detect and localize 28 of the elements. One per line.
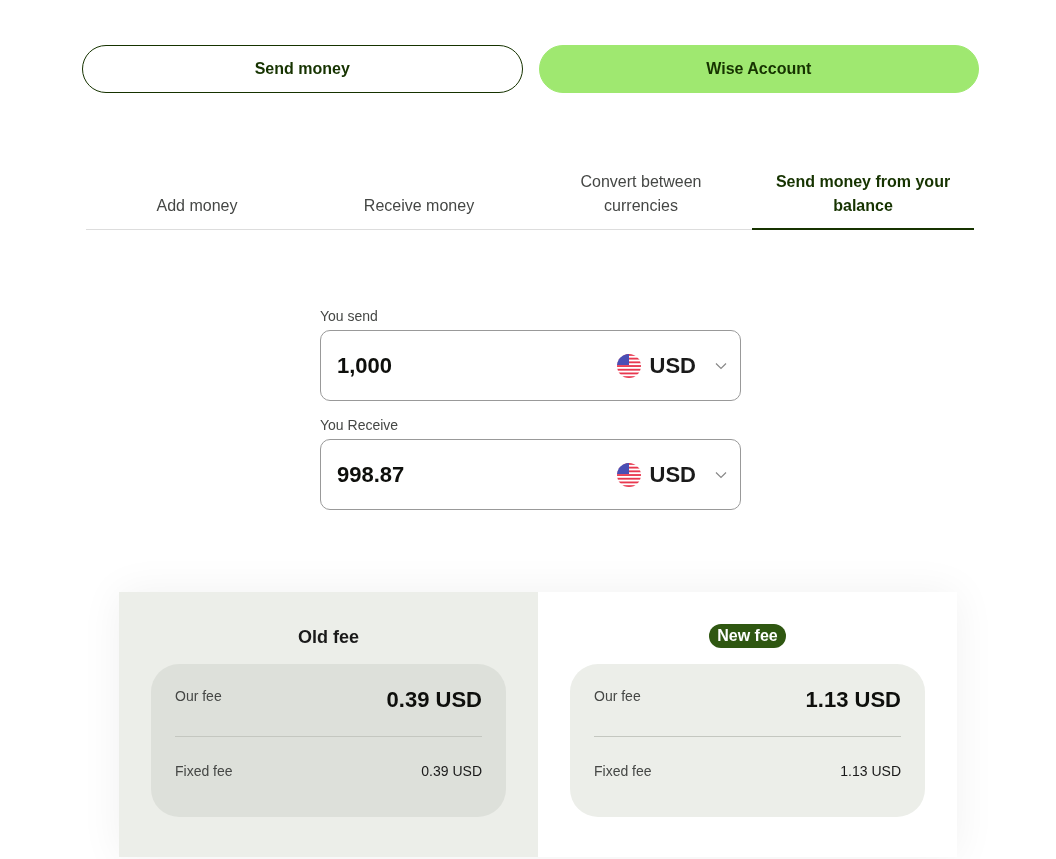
panel-title: Old fee: [298, 627, 359, 648]
amount-value: 998.87: [337, 461, 405, 488]
field-label: You Receive: [320, 417, 400, 433]
fee-label: Fixed fee: [175, 763, 233, 779]
amount-field[interactable]: 1,000 USD: [320, 330, 741, 401]
fee-amount: 1.13 USD: [840, 763, 901, 779]
currency-code: USD: [649, 352, 696, 379]
field-label: You send: [320, 308, 379, 324]
fee-amount: 1.13 USD: [805, 687, 901, 713]
toggle-button[interactable]: Send money: [82, 45, 523, 93]
amount-value: 1,000: [337, 352, 393, 379]
fee-amount: 0.39 USD: [421, 763, 482, 779]
tab[interactable]: Send money from your balance: [752, 170, 974, 230]
fee-label: Fixed fee: [594, 763, 652, 779]
currency-code: USD: [649, 461, 696, 488]
tab[interactable]: Add money: [86, 170, 308, 230]
flag-icon: [616, 462, 641, 487]
fee-label: Our fee: [594, 688, 641, 704]
amount-field[interactable]: 998.87 USD: [320, 439, 741, 510]
fee-label: Our fee: [175, 688, 222, 704]
tab[interactable]: Receive money: [308, 170, 530, 230]
tab[interactable]: Convert between currencies: [530, 170, 752, 230]
new-fee-badge: New fee: [709, 624, 786, 648]
fee-amount: 0.39 USD: [386, 687, 482, 713]
chevron-down-icon[interactable]: [715, 470, 727, 479]
chevron-down-icon[interactable]: [715, 361, 727, 370]
toggle-button[interactable]: Wise Account: [538, 45, 979, 93]
flag-icon: [616, 353, 641, 378]
